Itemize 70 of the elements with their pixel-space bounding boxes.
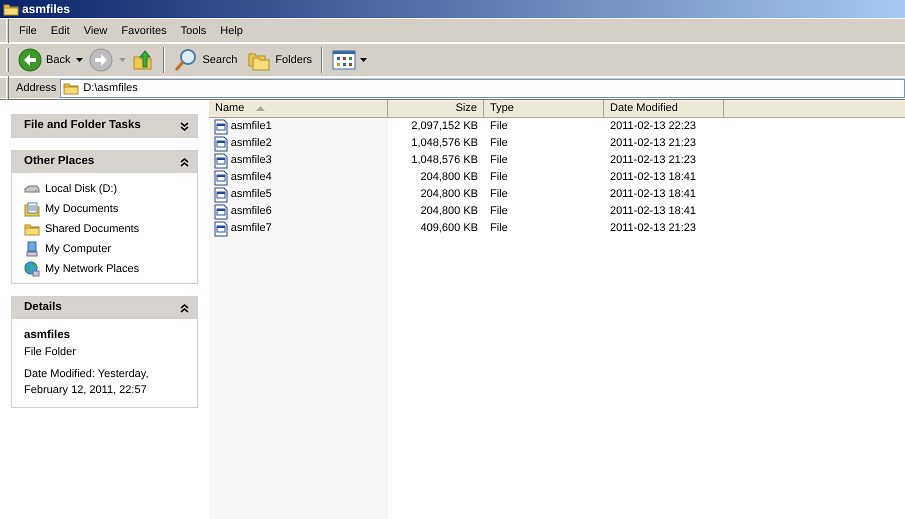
folder-name: asmfiles [24, 328, 72, 343]
address-field[interactable]: D:\asmfiles [60, 78, 905, 98]
table-cell-text: 2011-02-13 21:23 [609, 153, 698, 168]
menu-item[interactable]: File [12, 22, 44, 38]
file-icon [214, 170, 228, 186]
panel-header[interactable]: File and Folder Tasks [12, 115, 197, 137]
place-link[interactable]: Shared Documents [24, 219, 185, 239]
documents-folder-icon [24, 201, 40, 217]
file-name[interactable]: asmfile4 [209, 169, 388, 186]
table-cell-text: 2011-02-13 21:23 [609, 221, 698, 236]
file-icon [214, 204, 228, 220]
expand-chevron-icon [180, 122, 189, 130]
file-name[interactable]: asmfile2 [209, 135, 388, 152]
file-name[interactable]: asmfile7 [209, 220, 388, 237]
table-cell-text: File [489, 170, 509, 186]
file-name[interactable]: asmfile5 [209, 186, 388, 203]
table-cell-text: File [489, 204, 509, 220]
table-cell-text: File [489, 221, 509, 236]
search-icon [174, 48, 198, 72]
file-name[interactable]: asmfile3 [209, 152, 388, 169]
menu-item[interactable]: View [76, 22, 114, 38]
folders-button[interactable]: Folders [243, 47, 316, 73]
place-link[interactable]: My Documents [24, 199, 185, 219]
file-icon [214, 136, 228, 152]
menu-item[interactable]: Favorites [114, 22, 174, 38]
dropdown-arrow-icon [360, 58, 368, 62]
table-cell-text: 1,048,576 KB [410, 136, 479, 152]
sort-ascending-icon [256, 106, 266, 111]
file-name[interactable]: asmfile6 [209, 203, 388, 220]
file-icon [214, 186, 228, 202]
dropdown-arrow-icon[interactable] [76, 58, 84, 62]
panel-header[interactable]: Other Places [12, 151, 197, 173]
computer-icon [24, 241, 40, 257]
table-cell-text: 1,048,576 KB [410, 153, 479, 168]
table-cell-text: 2011-02-13 22:23 [609, 119, 698, 134]
table-cell-text: File [489, 119, 509, 134]
table-cell-text: 2011-02-13 18:41 [609, 170, 698, 186]
menu-item[interactable]: Tools [174, 22, 214, 38]
window-title: asmfiles [22, 1, 70, 18]
folder-up-icon [132, 49, 154, 71]
file-icon [214, 152, 228, 168]
table-cell-text: File [489, 187, 509, 202]
place-link[interactable]: My Network Places [24, 259, 185, 279]
menu-item[interactable]: Help [213, 22, 250, 38]
menu-item[interactable]: Edit [44, 22, 77, 38]
collapse-chevron-icon [180, 158, 189, 166]
views-grid-icon [332, 50, 356, 70]
search-button[interactable]: Search [170, 46, 242, 74]
table-cell-text: 2011-02-13 21:23 [609, 136, 698, 152]
panel-header[interactable]: Details [12, 297, 197, 319]
table-cell-text: File [489, 153, 509, 168]
collapse-chevron-icon [180, 304, 189, 312]
file-name[interactable]: asmfile1 [209, 118, 388, 135]
table-cell-text: 2,097,152 KB [410, 119, 479, 134]
table-cell-text: 409,600 KB [420, 221, 479, 236]
table-cell-text: File [489, 136, 509, 152]
file-icon [214, 118, 228, 134]
file-icon [214, 220, 228, 236]
table-cell-text: 204,800 KB [420, 170, 479, 186]
table-cell-text: 2011-02-13 18:41 [609, 204, 698, 220]
address-label: Address [16, 80, 56, 96]
table-cell-text: 2011-02-13 18:41 [609, 187, 698, 202]
back-button[interactable]: Back [14, 46, 74, 74]
network-globe-icon [24, 261, 40, 277]
date-modified: Date Modified: Yesterday, February 12, 2011, 22:57 [24, 366, 150, 398]
folder-type: File Folder [24, 345, 77, 360]
table-cell-text: 204,800 KB [420, 204, 479, 220]
table-cell-text: 204,800 KB [420, 187, 479, 202]
place-link[interactable]: My Computer [24, 239, 185, 259]
place-link[interactable]: Local Disk (D:) [24, 179, 185, 199]
